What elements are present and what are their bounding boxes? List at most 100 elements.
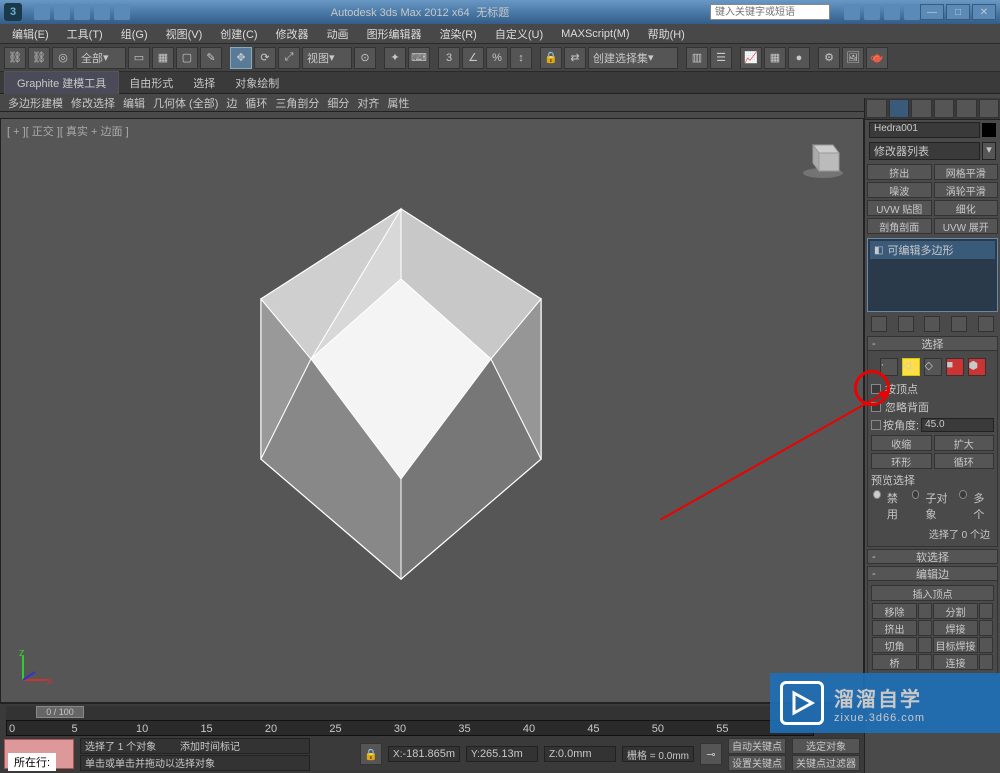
menu-group[interactable]: 组(G) [113,24,156,44]
chk-by-vertex[interactable] [871,384,881,394]
radio-multi[interactable] [959,490,967,499]
angle-snap-icon[interactable]: ∠ [462,47,484,69]
selection-filter-dropdown[interactable]: 全部 ▾ [76,47,126,69]
mod-meshsmooth[interactable]: 网格平滑 [934,164,999,180]
mod-turbosmooth[interactable]: 涡轮平滑 [934,182,999,198]
bind-icon[interactable]: ◎ [52,47,74,69]
tab-hierarchy-icon[interactable] [911,99,932,118]
sub-geom[interactable]: 几何体 (全部) [153,95,218,111]
sub-edge[interactable]: 边 [226,95,237,111]
mod-uvw-unwrap[interactable]: UVW 展开 [934,218,999,234]
key-filter-button[interactable]: 关键点过滤器 [792,755,860,771]
radio-subobj[interactable] [912,490,920,499]
chamfer-settings-icon[interactable] [918,637,932,653]
lock-selection-icon[interactable]: 🔒 [360,743,382,765]
set-key-button[interactable]: 设置关键点 [728,755,786,771]
btn-remove[interactable]: 移除 [872,603,917,619]
qat-open-icon[interactable] [54,4,70,20]
sel-lock-icon[interactable]: 🔒 [540,47,562,69]
mod-tessellate[interactable]: 细化 [934,200,999,216]
ribbon-tab-paint[interactable]: 对象绘制 [225,72,289,94]
sub-align[interactable]: 对齐 [357,95,379,111]
mod-uvwmap[interactable]: UVW 贴图 [867,200,932,216]
stack-show-icon[interactable] [898,316,914,332]
tab-create-icon[interactable] [866,99,887,118]
menu-modifiers[interactable]: 修改器 [268,24,317,44]
btn-split[interactable]: 分割 [933,603,978,619]
btn-target-weld[interactable]: 目标焊接 [933,637,978,653]
modifier-stack[interactable]: ◧ 可编辑多边形 [867,238,998,312]
menu-customize[interactable]: 自定义(U) [487,24,551,44]
btn-shrink[interactable]: 收缩 [871,435,932,451]
layers-icon[interactable]: ☰ [710,47,732,69]
app-icon[interactable]: 3 [4,3,22,21]
select-name-icon[interactable]: ▦ [152,47,174,69]
stack-config-icon[interactable] [978,316,994,332]
coord-x[interactable]: X:-181.865m [388,746,460,762]
btn-insert-vertex[interactable]: 插入顶点 [871,585,994,601]
menu-animation[interactable]: 动画 [319,24,357,44]
chk-ignore-back[interactable] [871,402,881,412]
tab-motion-icon[interactable] [934,99,955,118]
btn-bridge[interactable]: 桥 [872,654,917,670]
link-icon[interactable]: ⛓ [4,47,26,69]
add-time-tag[interactable]: 添加时间标记 [180,738,240,753]
fav-icon[interactable] [884,4,900,20]
render-frame-icon[interactable]: 🖼 [842,47,864,69]
remove-settings-icon[interactable] [918,603,932,619]
named-sets-dropdown[interactable]: 创建选择集 ▾ [588,47,678,69]
percent-snap-icon[interactable]: % [486,47,508,69]
subobj-vertex-icon[interactable]: · [880,358,898,376]
spinner-snap-icon[interactable]: ↕ [510,47,532,69]
render-setup-icon[interactable]: ⚙ [818,47,840,69]
schematic-icon[interactable]: ▦ [764,47,786,69]
sub-props[interactable]: 属性 [387,95,409,111]
menu-view[interactable]: 视图(V) [158,24,211,44]
menu-tools[interactable]: 工具(T) [59,24,111,44]
btn-extrude-edge[interactable]: 挤出 [872,620,917,636]
comm-icon[interactable] [864,4,880,20]
unlink-icon[interactable]: ⛓ [28,47,50,69]
angle-spinner[interactable]: 45.0 [921,418,994,432]
menu-help[interactable]: 帮助(H) [640,24,693,44]
paint-icon[interactable]: ✎ [200,47,222,69]
tab-display-icon[interactable] [956,99,977,118]
stack-editable-poly[interactable]: ◧ 可编辑多边形 [870,241,995,259]
stack-pin-icon[interactable] [871,316,887,332]
menu-maxscript[interactable]: MAXScript(M) [553,26,637,42]
mirror-icon[interactable]: ⇄ [564,47,586,69]
bridge-settings-icon[interactable] [918,654,932,670]
btn-loop[interactable]: 循环 [934,453,995,469]
time-slider-knob[interactable]: 0 / 100 [36,706,84,718]
move-icon[interactable]: ✥ [230,47,252,69]
qat-redo-icon[interactable] [114,4,130,20]
selected-dropdown[interactable]: 选定对象 [792,738,860,754]
viewcube-icon[interactable] [799,131,847,179]
qat-undo-icon[interactable] [94,4,110,20]
rollout-soft-header[interactable]: 软选择 [867,549,998,564]
mod-extrude[interactable]: 挤出 [867,164,932,180]
select-icon[interactable]: ▭ [128,47,150,69]
align-icon[interactable]: ▥ [686,47,708,69]
split-settings-icon[interactable] [979,603,993,619]
subobj-polygon-icon[interactable]: ■ [946,358,964,376]
curve-ed-icon[interactable]: 📈 [740,47,762,69]
btn-grow[interactable]: 扩大 [934,435,995,451]
menu-graph[interactable]: 图形编辑器 [359,24,430,44]
tab-modify-icon[interactable] [889,99,910,118]
rollout-selection-header[interactable]: 选择 [867,336,998,351]
subobj-edge-icon[interactable]: ◁ [902,358,920,376]
scale-icon[interactable]: ⤢ [278,47,300,69]
rollout-edit-edge-header[interactable]: 编辑边 [867,566,998,581]
menu-create[interactable]: 创建(C) [212,24,265,44]
help-search-input[interactable] [710,4,830,20]
modifier-list-arrow-icon[interactable]: ▾ [982,142,996,160]
ribbon-tab-select[interactable]: 选择 [183,72,225,94]
ribbon-tab-freeform[interactable]: 自由形式 [119,72,183,94]
mod-noise[interactable]: 噪波 [867,182,932,198]
radio-disable[interactable] [873,490,881,499]
ref-coord-dropdown[interactable]: 视图 ▾ [302,47,352,69]
tab-utilities-icon[interactable] [979,99,1000,118]
time-slider[interactable]: 0 / 100 [6,706,814,720]
mod-bevel-profile[interactable]: 剖角剖面 [867,218,932,234]
